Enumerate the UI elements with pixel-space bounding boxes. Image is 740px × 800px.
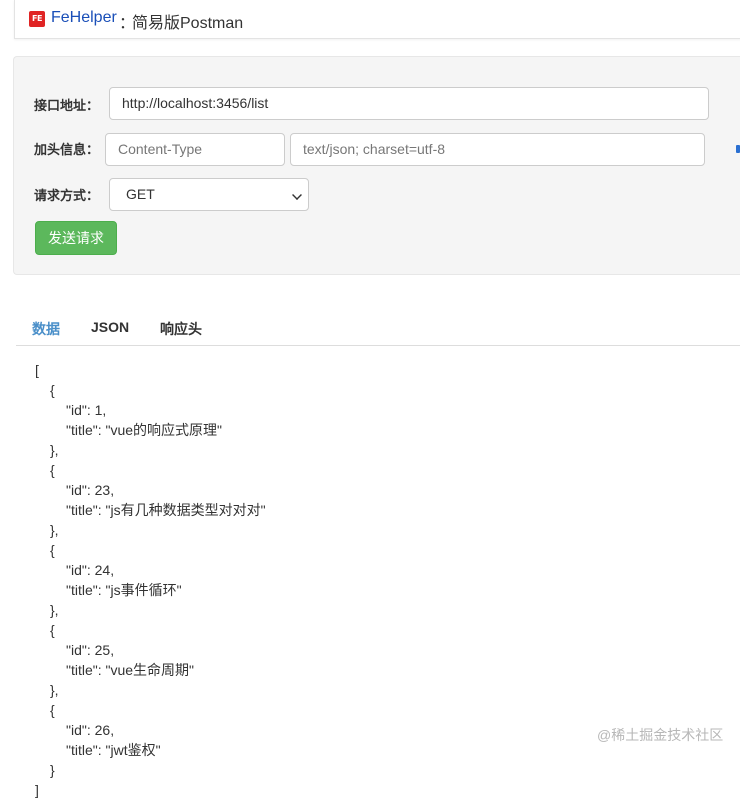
json-id-line: "id": 1, [66, 402, 107, 418]
json-id-line: "id": 25, [66, 642, 115, 658]
app-header: FE FeHelper ： 简易版Postman [14, 0, 740, 39]
app-name: FeHelper [51, 9, 117, 26]
json-close-bracket: ] [35, 782, 39, 798]
header-value-input[interactable]: text/json; charset=utf-8 [290, 133, 705, 166]
json-id-line: "id": 24, [66, 562, 115, 578]
json-id-line: "id": 23, [66, 482, 115, 498]
json-object-close: }, [50, 442, 59, 458]
response-json-viewer: [ { "id": 1, "title": "vue的响应式原理"}, { "id": 2… [35, 360, 266, 800]
json-object-open: { [50, 462, 55, 478]
url-input[interactable]: http://localhost:3456/list [109, 87, 709, 120]
response-tabs: 数据 JSON 响应头 [16, 310, 740, 346]
send-request-button[interactable]: 发送请求 [35, 221, 117, 255]
json-object-close: }, [50, 682, 59, 698]
watermark: @稀土掘金技术社区 [597, 727, 724, 743]
json-title-line: "title": "vue生命周期" [66, 662, 195, 678]
json-object-close: } [50, 762, 55, 778]
json-object-open: { [50, 702, 55, 718]
method-label: 请求方式： [34, 188, 100, 203]
url-label: 接口地址： [34, 98, 100, 113]
chevron-down-icon [292, 190, 302, 200]
method-selected-value: GET [126, 186, 155, 202]
edge-link-icon[interactable] [736, 145, 740, 153]
tab-response-headers[interactable]: 响应头 [160, 319, 202, 339]
json-title-line: "title": "jwt鉴权" [66, 742, 161, 758]
fehelper-logo-icon: FE [29, 11, 45, 27]
header-label: 加头信息： [34, 142, 100, 157]
method-select[interactable]: GET [109, 178, 309, 211]
request-panel: 接口地址： http://localhost:3456/list 加头信息： C… [13, 56, 740, 275]
json-object-open: { [50, 382, 55, 398]
json-object-open: { [50, 542, 55, 558]
tab-data[interactable]: 数据 [32, 319, 60, 339]
json-title-line: "title": "js有几种数据类型对对对" [66, 502, 266, 518]
tool-title: 简易版Postman [132, 15, 244, 32]
json-title-line: "title": "vue的响应式原理" [66, 422, 223, 438]
json-object-close: }, [50, 602, 59, 618]
json-object-open: { [50, 622, 55, 638]
json-open-bracket: [ [35, 362, 39, 378]
json-id-line: "id": 26, [66, 722, 115, 738]
json-object-close: }, [50, 522, 59, 538]
header-name-input[interactable]: Content-Type [105, 133, 285, 166]
tab-json[interactable]: JSON [91, 319, 129, 335]
json-title-line: "title": "js事件循环" [66, 582, 182, 598]
